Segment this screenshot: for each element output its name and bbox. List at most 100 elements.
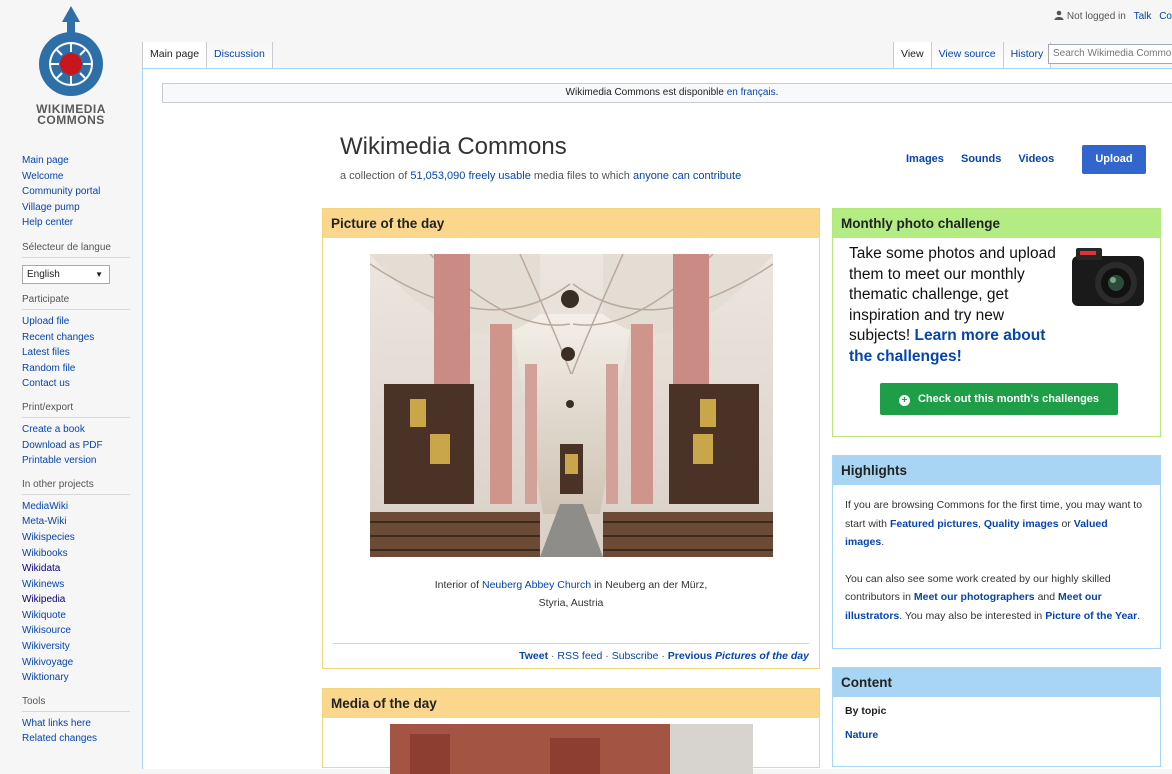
sidebar-item-download-as-pdf[interactable]: Download as PDF: [22, 438, 130, 454]
images-link[interactable]: Images: [906, 153, 944, 165]
tab-main-page[interactable]: Main page: [142, 42, 208, 68]
tagline-middle: media files to which: [533, 170, 630, 182]
sidebar-item-recent-changes[interactable]: Recent changes: [22, 330, 130, 346]
sidebar-item-village-pump[interactable]: Village pump: [22, 200, 130, 216]
sidebar-item-main-page[interactable]: Main page: [22, 153, 130, 169]
sidebar-participate: Upload file Recent changes Latest files Ran…: [22, 314, 130, 392]
neuberg-abbey-church-link[interactable]: Neuberg Abbey Church: [482, 579, 591, 591]
period: .: [1137, 609, 1141, 622]
motd-heading: Media of the day: [323, 689, 819, 718]
sidebar-item-welcome[interactable]: Welcome: [22, 169, 130, 185]
separator: ·: [658, 650, 668, 662]
previous-link[interactable]: Previous: [668, 650, 712, 662]
picture-of-the-year-link[interactable]: Picture of the Year: [1045, 610, 1137, 622]
separator: ·: [602, 650, 612, 662]
sidebar-item-wikipedia[interactable]: Wikipedia: [22, 592, 130, 608]
highlights-body: If you are browsing Commons for the firs…: [845, 496, 1148, 625]
wikimedia-commons-logo[interactable]: WIKIMEDIA COMMONS: [0, 0, 142, 135]
challenge-text: Take some photos and upload them to meet…: [849, 244, 1069, 368]
subscribe-link[interactable]: Subscribe: [612, 650, 659, 662]
monthly-photo-challenge-box: Monthly photo challenge Take some photos…: [832, 208, 1161, 437]
talk-link[interactable]: Talk: [1134, 11, 1152, 22]
featured-pictures-link[interactable]: Featured pictures: [890, 518, 978, 530]
sidebar-print-export: Create a book Download as PDF Printable ve…: [22, 422, 130, 469]
content-box: Content By topic Nature: [832, 667, 1161, 767]
notice-text: Wikimedia Commons est disponible: [565, 87, 724, 98]
file-count-link[interactable]: 51,053,090: [410, 170, 465, 182]
comma: ,: [978, 517, 981, 530]
logo-line-2: COMMONS: [37, 113, 105, 127]
sidebar-item-wikisource[interactable]: Wikisource: [22, 623, 130, 639]
media-type-links: Images Sounds Videos: [906, 153, 1068, 165]
content-heading: Content: [833, 668, 1160, 697]
sidebar-other-projects: MediaWiki Meta-Wiki Wikispecies Wikibooks Wi…: [22, 499, 130, 686]
caption-prefix: Interior of: [434, 579, 480, 591]
sidebar-item-contact-us[interactable]: Contact us: [22, 376, 130, 392]
commons-logo-icon: [39, 6, 103, 96]
sounds-link[interactable]: Sounds: [961, 153, 1001, 165]
notice-end: .: [775, 87, 779, 98]
caption-suffix: in Neuberg an der Mürz,: [594, 579, 708, 591]
sidebar-item-wikiquote[interactable]: Wikiquote: [22, 608, 130, 624]
potd-heading: Picture of the day: [323, 209, 819, 238]
sidebar-item-printable-version[interactable]: Printable version: [22, 453, 130, 469]
highlights-box: Highlights If you are browsing Commons f…: [832, 455, 1161, 649]
highlights-paragraph-2: You can also see some work created by ou…: [845, 570, 1148, 626]
highlights-paragraph-1: If you are browsing Commons for the firs…: [845, 496, 1148, 552]
sidebar-item-meta-wiki[interactable]: Meta-Wiki: [22, 514, 130, 530]
highlights-heading: Highlights: [833, 456, 1160, 485]
sidebar-item-random-file[interactable]: Random file: [22, 361, 130, 377]
language-notice: Wikimedia Commons est disponible en fran…: [162, 83, 1172, 103]
rss-feed-link[interactable]: RSS feed: [557, 650, 602, 662]
page-title: Wikimedia Commons: [340, 133, 567, 160]
sidebar-item-mediawiki[interactable]: MediaWiki: [22, 499, 130, 515]
challenge-button-label: Check out this month's challenges: [917, 393, 1100, 405]
upload-button[interactable]: Upload: [1082, 145, 1146, 174]
anyone-can-contribute-link[interactable]: anyone can contribute: [633, 170, 741, 182]
sidebar-item-community-portal[interactable]: Community portal: [22, 184, 130, 200]
language-selector-heading: Sélecteur de langue: [22, 241, 130, 258]
tab-discussion[interactable]: Discussion: [207, 42, 273, 68]
meet-photographers-link[interactable]: Meet our photographers: [914, 591, 1035, 603]
other-projects-heading: In other projects: [22, 478, 130, 495]
pictures-of-the-day-link[interactable]: Pictures of the day: [715, 650, 809, 662]
not-logged-in-label: Not logged in: [1066, 11, 1126, 22]
check-out-challenges-button[interactable]: + Check out this month's challenges: [880, 383, 1118, 415]
plus-circle-icon: +: [898, 395, 910, 406]
personal-tools: Not logged in Talk Co: [1054, 10, 1172, 22]
sidebar-item-wikinews[interactable]: Wikinews: [22, 577, 130, 593]
sidebar-item-wikidata[interactable]: Wikidata: [22, 561, 130, 577]
videos-link[interactable]: Videos: [1018, 153, 1054, 165]
motd-thumbnail-image[interactable]: [390, 724, 753, 774]
freely-usable-link[interactable]: freely usable: [468, 170, 530, 182]
sidebar-item-upload-file[interactable]: Upload file: [22, 314, 130, 330]
tweet-link[interactable]: Tweet: [519, 650, 548, 662]
nature-link[interactable]: Nature: [845, 729, 878, 741]
sidebar-item-help-center[interactable]: Help center: [22, 215, 130, 231]
by-topic-label: By topic: [845, 705, 887, 717]
sidebar-item-related-changes[interactable]: Related changes: [22, 731, 130, 747]
contributions-link[interactable]: Co: [1159, 11, 1172, 22]
potd-caption: Interior of Neuberg Abbey Church in Neub…: [323, 576, 819, 612]
sidebar-item-what-links-here[interactable]: What links here: [22, 716, 130, 732]
sidebar-item-create-a-book[interactable]: Create a book: [22, 422, 130, 438]
tab-view[interactable]: View: [893, 42, 932, 68]
sidebar-item-latest-files[interactable]: Latest files: [22, 345, 130, 361]
sidebar: Main page Welcome Community portal Village …: [22, 153, 130, 747]
notice-french-link[interactable]: en français: [727, 87, 776, 98]
tab-view-source[interactable]: View source: [931, 42, 1004, 68]
caption-line-2: Styria, Austria: [538, 597, 604, 609]
sidebar-item-wikibooks[interactable]: Wikibooks: [22, 546, 130, 562]
media-of-the-day-box: Media of the day: [322, 688, 820, 774]
search-input[interactable]: Search Wikimedia Commons: [1048, 44, 1172, 64]
quality-images-link[interactable]: Quality images: [984, 518, 1059, 530]
sidebar-item-wikivoyage[interactable]: Wikivoyage: [22, 655, 130, 671]
sidebar-item-wikispecies[interactable]: Wikispecies: [22, 530, 130, 546]
sidebar-item-wiktionary[interactable]: Wiktionary: [22, 670, 130, 686]
tab-history[interactable]: History: [1003, 42, 1052, 68]
language-select[interactable]: English ▼: [22, 264, 110, 284]
potd-church-interior-image[interactable]: [370, 254, 773, 557]
sidebar-item-wikiversity[interactable]: Wikiversity: [22, 639, 130, 655]
p2-text-end: . You may also be interested in: [899, 609, 1043, 622]
picture-of-the-day-box: Picture of the day Interior of Neuberg A…: [322, 208, 820, 669]
